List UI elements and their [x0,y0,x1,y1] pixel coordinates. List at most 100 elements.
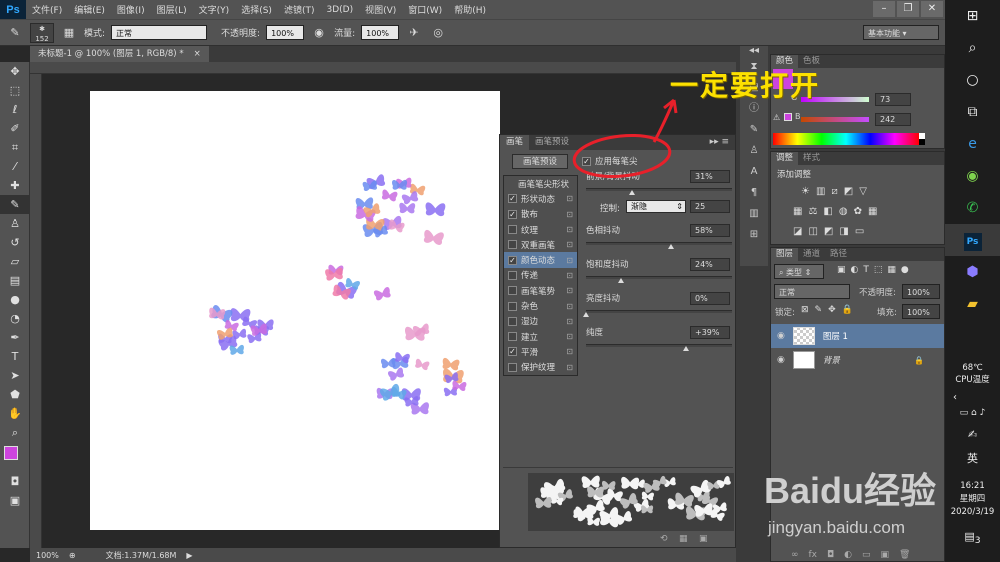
restore-button[interactable]: ❐ [897,1,919,17]
option-lock-icon[interactable]: ⊡ [566,302,573,311]
invert-icon[interactable]: ◪ [793,226,802,237]
new-layer-icon[interactable]: ▣ [881,550,890,560]
flow-input[interactable]: 100% [361,25,400,40]
saturation-jitter-knob[interactable] [618,278,624,283]
option-lock-icon[interactable]: ⊡ [566,286,573,295]
option-lock-icon[interactable]: ⊡ [566,363,573,372]
purity-input[interactable]: +39% [690,326,730,339]
blur-tool-icon[interactable]: ● [0,290,30,309]
exposure-icon[interactable]: ◩ [844,186,853,197]
character-panel-icon[interactable]: A [740,161,768,182]
hue-jitter-slider[interactable] [586,242,732,245]
visibility-eye-icon[interactable]: ◉ [777,331,785,341]
airbrush-icon[interactable]: ✈ [405,24,423,42]
option-lock-icon[interactable]: ⊡ [566,194,573,203]
hue-jitter-input[interactable]: 58% [690,224,730,237]
grid-icon[interactable]: ▦ [679,534,688,544]
dodge-tool-icon[interactable]: ◔ [0,309,30,328]
app-icon-gem[interactable]: ⬢ [945,256,1000,288]
hue-saturation-icon[interactable]: ▦ [793,206,802,217]
purity-knob[interactable] [683,346,689,351]
lock-pixels-icon[interactable]: ⊠ [801,305,809,315]
quick-mask-icon[interactable]: ◘ [0,472,30,491]
curves-icon[interactable]: ⧄ [831,186,837,197]
blend-mode-select[interactable]: 正常 [774,284,850,299]
pen-tool-icon[interactable]: ✒ [0,328,30,347]
volume-icon[interactable]: ♪ [980,408,986,418]
document-canvas[interactable] [90,91,500,530]
toggle-brush-panel-icon[interactable]: ▦ [60,24,78,42]
brush-tool-icon[interactable]: ✎ [6,24,24,42]
menu-edit[interactable]: 编辑(E) [68,3,111,16]
option-lock-icon[interactable]: ⊡ [566,210,573,219]
zoom-tool-icon[interactable]: ⌕ [0,423,30,442]
brightness-jitter-knob[interactable] [583,312,589,317]
file-explorer-icon[interactable]: ▰ [945,288,1000,320]
close-window-button[interactable]: ✕ [921,1,943,17]
move-tool-icon[interactable]: ✥ [0,62,30,81]
brush-option-checkbox[interactable]: ✓ [508,194,517,204]
gamut-warning-icon[interactable]: ⚠ [773,113,780,122]
levels-icon[interactable]: ▥ [816,186,825,197]
delete-layer-icon[interactable]: 🗑 [899,550,910,560]
brush-option-checkbox[interactable] [508,362,517,372]
input-language[interactable]: 英 [945,450,1000,466]
gradient-map-icon[interactable]: ▭ [855,226,864,237]
brush-tool-icon[interactable]: ✎ [0,195,30,214]
brush-option-checkbox[interactable] [508,316,517,326]
eraser-tool-icon[interactable]: ▱ [0,252,30,271]
brush-option-item[interactable]: ✓ 颜色动态 ⊡ [504,252,577,268]
brush-option-item[interactable]: 画笔笔势 ⊡ [504,283,577,298]
paragraph-panel-icon[interactable]: ¶ [740,182,768,203]
minimize-button[interactable]: – [873,1,895,17]
filter-pixel-icon[interactable]: ▣ [837,265,846,275]
panel-collapse-icon[interactable]: ▸▸ ≡ [704,135,735,150]
black-swatch[interactable] [919,139,925,145]
new-group-icon[interactable]: ▭ [862,550,871,560]
tab-channels[interactable]: 通道 [798,248,825,261]
menu-help[interactable]: 帮助(H) [448,3,492,16]
menu-layer[interactable]: 图层(L) [151,3,193,16]
option-lock-icon[interactable]: ⊡ [566,256,573,265]
brush-option-item[interactable]: 杂色 ⊡ [504,298,577,313]
g-channel-input[interactable]: 73 [875,93,911,106]
menu-select[interactable]: 选择(S) [235,3,278,16]
pressure-opacity-icon[interactable]: ◉ [310,24,328,42]
option-lock-icon[interactable]: ⊡ [566,271,573,280]
shape-tool-icon[interactable]: ⬟ [0,385,30,404]
brush-option-item[interactable]: 双重画笔 ⊡ [504,237,577,252]
threshold-icon[interactable]: ◩ [824,226,833,237]
strip-collapse-icon[interactable]: ◂◂ [740,46,768,56]
fg-bg-jitter-slider[interactable] [586,188,732,191]
document-tab[interactable]: 未标题-1 @ 100% (图层 1, RGB/8) * × [30,46,209,62]
brush-option-item[interactable]: ✓ 散布 ⊡ [504,207,577,222]
network-icon[interactable]: ⌂ [971,408,977,418]
tab-styles[interactable]: 样式 [798,152,825,165]
menu-image[interactable]: 图像(I) [111,3,151,16]
type-tool-icon[interactable]: T [0,347,30,366]
menu-3d[interactable]: 3D(D) [320,5,359,15]
brush-tip-shape-item[interactable]: 画笔笔尖形状 [504,176,577,191]
menu-window[interactable]: 窗口(W) [402,3,448,16]
saturation-jitter-input[interactable]: 24% [690,258,730,271]
brush-option-checkbox[interactable]: ✓ [508,209,517,219]
brush-option-item[interactable]: 传递 ⊡ [504,268,577,283]
screen-mode-icon[interactable]: ▣ [0,491,30,510]
option-lock-icon[interactable]: ⊡ [566,332,573,341]
menu-view[interactable]: 视图(V) [359,3,402,16]
tab-brush[interactable]: 画笔 [500,135,530,150]
purity-slider[interactable] [586,344,732,347]
brush-option-checkbox[interactable] [508,240,517,250]
new-preset-icon[interactable]: ▣ [699,534,708,544]
cortana-icon[interactable]: ○ [945,64,1000,96]
search-icon[interactable]: ⌕ [945,32,1000,64]
posterize-icon[interactable]: ◫ [808,226,817,237]
b-channel-input[interactable]: 242 [875,113,911,126]
layer-opacity-input[interactable]: 100% [902,284,940,299]
black-white-icon[interactable]: ◧ [823,206,832,217]
status-menu-icon[interactable]: ▶ [186,551,192,560]
gamut-color-swatch[interactable] [784,113,792,121]
filter-shape-icon[interactable]: ⬚ [874,265,883,275]
menu-filter[interactable]: 滤镜(T) [278,3,321,16]
brightness-jitter-input[interactable]: 0% [690,292,730,305]
